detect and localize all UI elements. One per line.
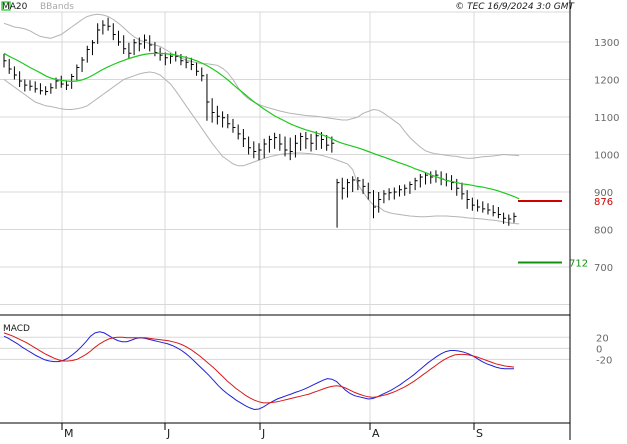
macd-tick-label: 0 — [596, 344, 602, 355]
timestamp-label: © TEC 16/9/2024 3:0 GMT — [455, 2, 575, 12]
bbands-legend-label: BBands — [40, 2, 74, 12]
price-tick-label: 800 — [594, 226, 613, 237]
price-tick-label: 900 — [594, 188, 613, 199]
macd-tick-label: 20 — [596, 333, 609, 344]
support-label: 712 — [569, 259, 588, 270]
month-label: M — [64, 427, 74, 440]
price-tick-label: 700 — [594, 263, 613, 274]
month-label: A — [372, 427, 380, 440]
month-label: J — [166, 427, 170, 440]
price-tick-label: 1100 — [594, 113, 619, 124]
chart-root: 876 712 700 800 900 1000 1100 1200 1300 M J J A S 20 0… — [0, 0, 627, 440]
price-tick-label: 1200 — [594, 76, 619, 87]
price-tick-label: 1300 — [594, 38, 619, 49]
price-chart-svg: 876712 7008009001000110012001300M J J A S200… — [0, 0, 627, 440]
month-label: S — [476, 427, 483, 440]
ma-legend-label: MA20 — [2, 2, 28, 12]
month-label: J — [261, 427, 265, 440]
macd-tick-label: -20 — [596, 355, 612, 366]
macd-title: MACD — [3, 324, 30, 334]
price-tick-label: 1000 — [594, 151, 619, 162]
